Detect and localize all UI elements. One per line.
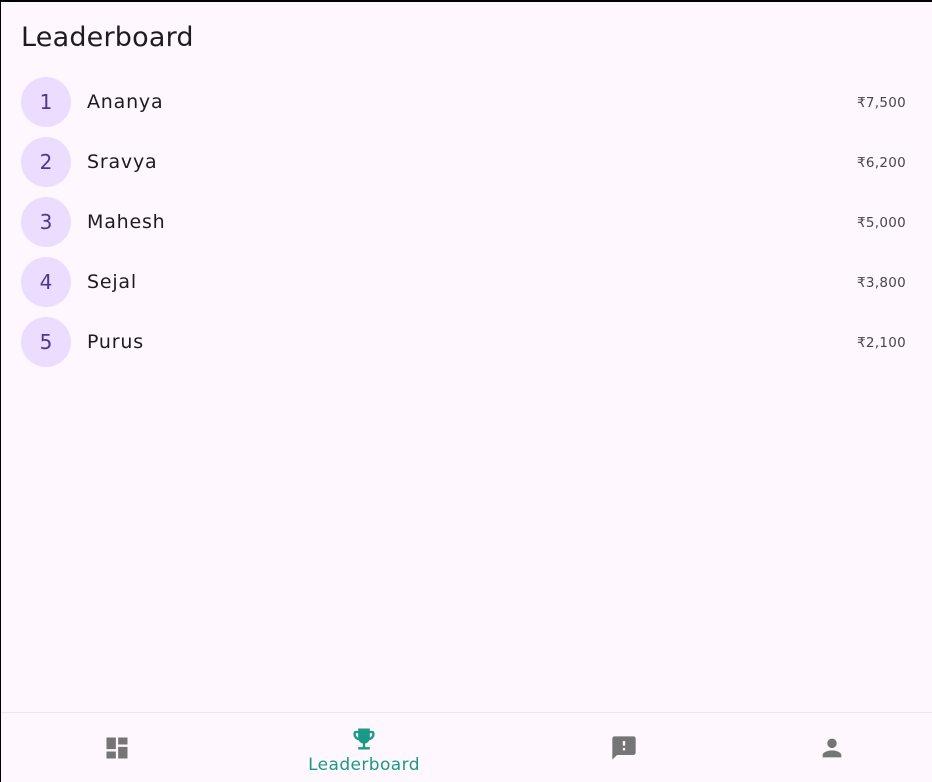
page-title: Leaderboard [21,22,194,53]
person-icon [822,738,842,758]
rank-avatar: 2 [21,137,71,187]
player-name: Mahesh [87,211,166,233]
player-amount: ₹6,200 [856,155,906,171]
list-item[interactable]: 2 Sravya ₹6,200 [1,132,932,192]
bottom-navigation-bar: Leaderboard [1,712,932,782]
nav-feedback[interactable] [508,713,740,782]
app-screen: Leaderboard 1 Ananya ₹7,500 2 Sravya ₹6,… [1,2,932,782]
list-item[interactable]: 1 Ananya ₹7,500 [1,72,932,132]
dashboard-icon [106,737,128,759]
rank-avatar: 1 [21,77,71,127]
player-name: Sravya [87,151,158,173]
nav-leaderboard[interactable]: Leaderboard [248,713,480,782]
player-amount: ₹7,500 [856,95,906,111]
nav-dashboard[interactable] [1,713,233,782]
nav-leaderboard-label: Leaderboard [308,755,420,775]
rank-avatar: 4 [21,257,71,307]
feedback-icon [612,736,636,760]
list-item[interactable]: 4 Sejal ₹3,800 [1,252,932,312]
nav-profile[interactable] [716,713,932,782]
player-amount: ₹5,000 [856,215,906,231]
player-amount: ₹3,800 [856,275,906,291]
player-name: Ananya [87,91,164,113]
trophy-icon [353,728,375,750]
list-item[interactable]: 5 Purus ₹2,100 [1,312,932,372]
rank-avatar: 3 [21,197,71,247]
list-item[interactable]: 3 Mahesh ₹5,000 [1,192,932,252]
player-name: Purus [87,331,144,353]
leaderboard-list: 1 Ananya ₹7,500 2 Sravya ₹6,200 3 Mahesh… [1,72,932,372]
player-amount: ₹2,100 [856,335,906,351]
player-name: Sejal [87,271,137,293]
rank-avatar: 5 [21,317,71,367]
